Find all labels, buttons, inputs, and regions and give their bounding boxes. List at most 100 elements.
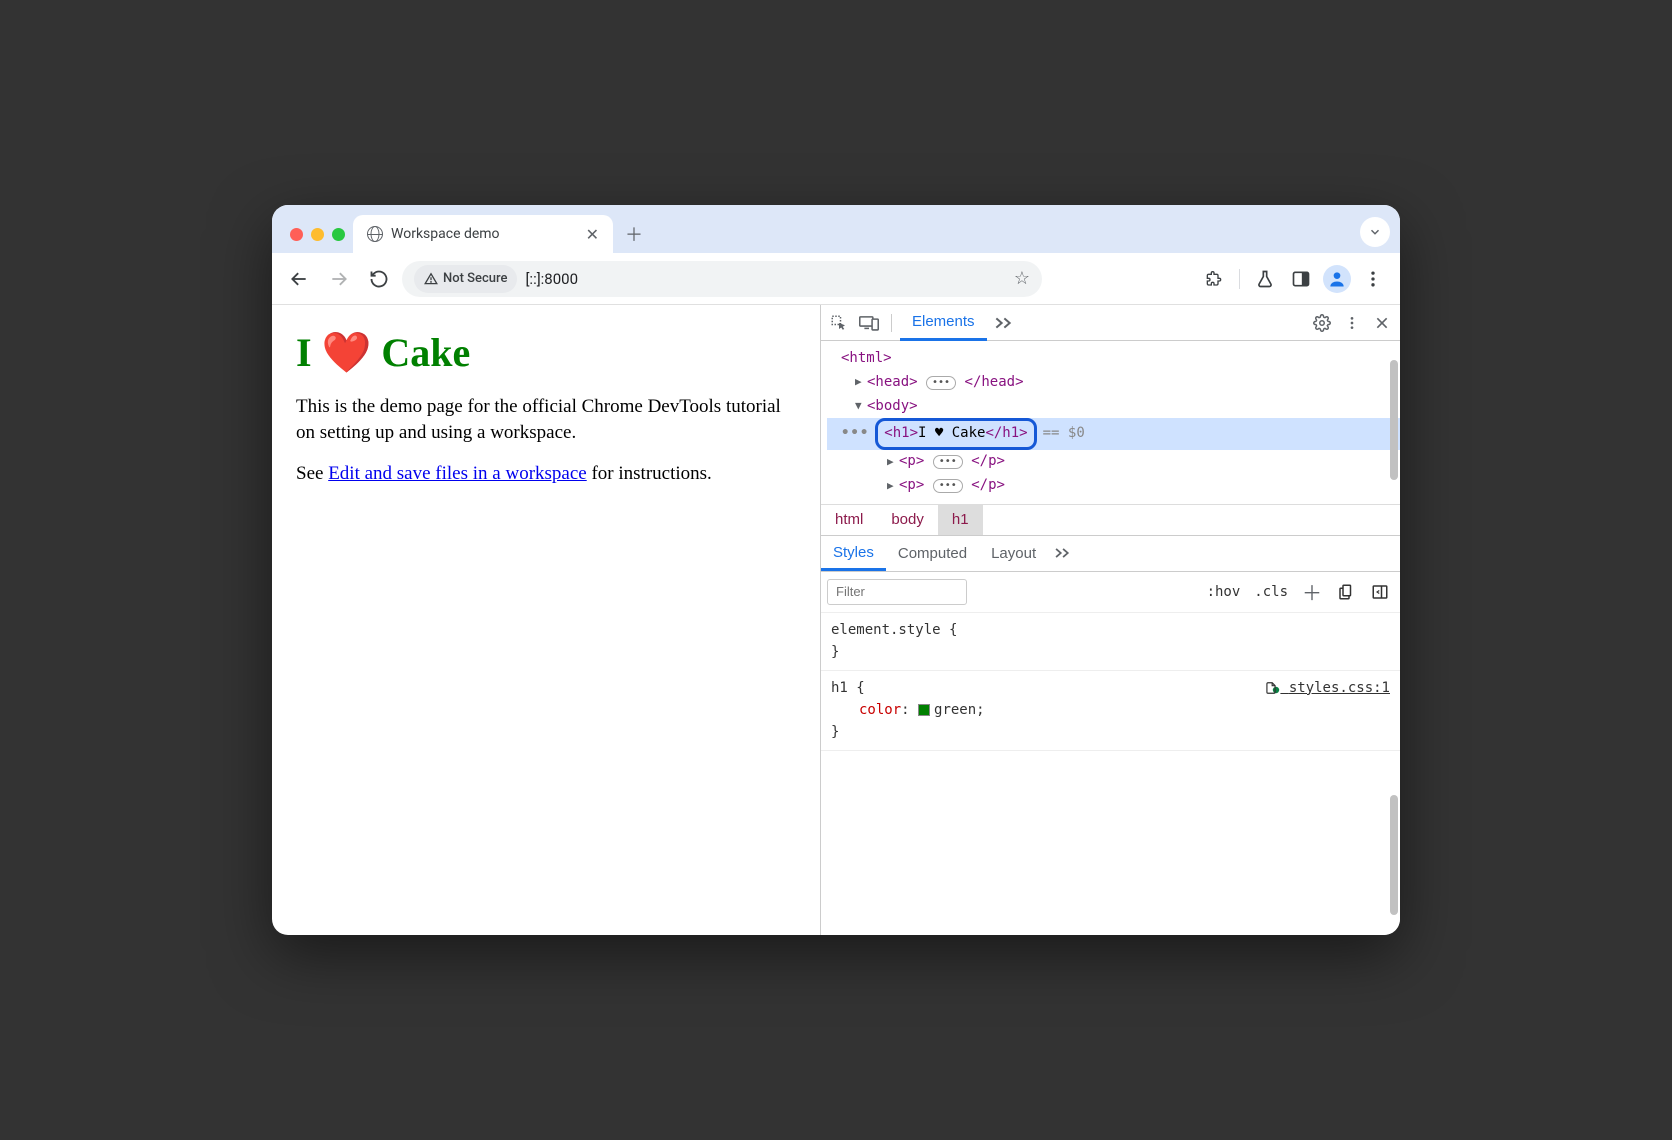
browser-window: Workspace demo ✕ ＋ Not Secure [::]:8000 …	[272, 205, 1400, 935]
avatar-icon	[1323, 265, 1351, 293]
crumb-body[interactable]: body	[877, 505, 938, 535]
dom-node-p[interactable]: ▶<p> ••• </p>	[827, 450, 1400, 474]
page-viewport: I ❤️ Cake This is the demo page for the …	[272, 305, 820, 935]
tag-text: <html>	[841, 347, 892, 371]
dom-node-html[interactable]: <html>	[827, 347, 1400, 371]
inspect-element-icon[interactable]	[825, 309, 853, 337]
dom-node-p[interactable]: ▶<p> ••• </p>	[827, 474, 1400, 498]
dom-node-head[interactable]: ▶<head> ••• </head>	[827, 371, 1400, 395]
tab-strip: Workspace demo ✕ ＋	[272, 205, 1400, 253]
tab-styles[interactable]: Styles	[821, 536, 886, 571]
console-ref: == $0	[1043, 422, 1085, 446]
close-devtools-button[interactable]	[1368, 309, 1396, 337]
dom-breadcrumb: html body h1	[821, 504, 1400, 536]
reload-button[interactable]	[362, 262, 396, 296]
devtools-panel: Elements <html> ▶<head> ••	[820, 305, 1400, 935]
address-bar[interactable]: Not Secure [::]:8000 ☆	[402, 261, 1042, 297]
style-rule-h1[interactable]: styles.css:1 h1 { color: green; }	[821, 671, 1400, 751]
devtools-tabbar: Elements	[821, 305, 1400, 341]
cls-button[interactable]: .cls	[1250, 584, 1292, 600]
security-chip[interactable]: Not Secure	[414, 265, 517, 293]
window-controls	[282, 228, 353, 253]
close-window-button[interactable]	[290, 228, 303, 241]
content-area: I ❤️ Cake This is the demo page for the …	[272, 305, 1400, 935]
tutorial-link[interactable]: Edit and save files in a workspace	[328, 463, 587, 484]
node-text: I ♥ Cake	[918, 422, 985, 446]
collapse-arrow-icon[interactable]: ▼	[855, 397, 867, 416]
styles-filter-input[interactable]	[827, 579, 967, 605]
security-label: Not Secure	[443, 271, 507, 286]
source-link[interactable]: styles.css:1	[1264, 677, 1390, 699]
styles-toolbar: :hov .cls ＋	[821, 572, 1400, 613]
tab-title: Workspace demo	[391, 226, 500, 242]
tab-elements[interactable]: Elements	[900, 306, 987, 341]
scrollbar[interactable]	[1390, 360, 1398, 480]
warning-icon	[424, 272, 438, 286]
chrome-menu-button[interactable]	[1356, 262, 1390, 296]
page-paragraph-1: This is the demo page for the official C…	[296, 394, 796, 445]
url-text: [::]:8000	[525, 270, 1005, 288]
expand-arrow-icon[interactable]: ▶	[887, 453, 899, 472]
tag-text: </p>	[971, 450, 1005, 474]
tag-text: </h1>	[985, 422, 1027, 446]
more-tabs-icon[interactable]	[1048, 539, 1076, 567]
forward-button[interactable]	[322, 262, 356, 296]
color-swatch-icon[interactable]	[918, 704, 930, 716]
extensions-button[interactable]	[1197, 262, 1231, 296]
browser-tab[interactable]: Workspace demo ✕	[353, 215, 613, 253]
source-link-text: styles.css:1	[1289, 680, 1390, 696]
profile-button[interactable]	[1320, 262, 1354, 296]
selector-text: element.style {	[831, 619, 1390, 641]
divider	[1239, 269, 1240, 289]
new-tab-button[interactable]: ＋	[619, 219, 649, 249]
toolbar: Not Secure [::]:8000 ☆	[272, 253, 1400, 305]
file-icon	[1264, 681, 1278, 695]
ellipsis-icon[interactable]: •••	[933, 479, 963, 493]
tab-computed[interactable]: Computed	[886, 536, 979, 571]
expand-arrow-icon[interactable]: ▶	[855, 373, 867, 392]
computed-sidebar-icon[interactable]	[1366, 578, 1394, 606]
tag-text: <p>	[899, 474, 924, 498]
scrollbar[interactable]	[1390, 795, 1398, 915]
styles-tabbar: Styles Computed Layout	[821, 536, 1400, 572]
css-property[interactable]: color	[831, 702, 901, 718]
tag-text: <head>	[867, 371, 918, 395]
devtools-menu-icon[interactable]	[1338, 309, 1366, 337]
style-rule-element[interactable]: element.style { }	[821, 613, 1400, 671]
dom-node-h1-selected[interactable]: ••• <h1>I ♥ Cake</h1> == $0	[827, 418, 1400, 450]
ellipsis-icon[interactable]: •••	[933, 455, 963, 469]
row-actions-icon[interactable]: •••	[841, 422, 875, 446]
ellipsis-icon[interactable]: •••	[926, 376, 956, 390]
settings-gear-icon[interactable]	[1308, 309, 1336, 337]
expand-arrow-icon[interactable]: ▶	[887, 477, 899, 496]
tag-text: </p>	[971, 474, 1005, 498]
minimize-window-button[interactable]	[311, 228, 324, 241]
maximize-window-button[interactable]	[332, 228, 345, 241]
new-style-rule-button[interactable]: ＋	[1298, 578, 1326, 606]
labs-button[interactable]	[1248, 262, 1282, 296]
css-value[interactable]: green	[934, 702, 976, 718]
bookmark-star-icon[interactable]: ☆	[1014, 268, 1030, 289]
divider	[891, 314, 892, 332]
crumb-html[interactable]: html	[821, 505, 877, 535]
page-heading: I ❤️ Cake	[296, 329, 796, 376]
tag-text: </head>	[965, 371, 1024, 395]
dom-tree[interactable]: <html> ▶<head> ••• </head> ▼<body> ••• <…	[821, 341, 1400, 504]
crumb-h1[interactable]: h1	[938, 505, 983, 535]
tab-search-button[interactable]	[1360, 217, 1390, 247]
highlight-box: <h1>I ♥ Cake</h1>	[875, 418, 1036, 450]
rendering-emulation-icon[interactable]	[1332, 578, 1360, 606]
dom-node-body[interactable]: ▼<body>	[827, 395, 1400, 419]
more-tabs-icon[interactable]	[989, 309, 1017, 337]
hov-button[interactable]: :hov	[1203, 584, 1245, 600]
tag-text: <p>	[899, 450, 924, 474]
brace-text: }	[831, 641, 1390, 663]
tag-text: <h1>	[884, 422, 918, 446]
page-paragraph-2: See Edit and save files in a workspace f…	[296, 461, 796, 487]
device-toolbar-icon[interactable]	[855, 309, 883, 337]
tab-layout[interactable]: Layout	[979, 536, 1048, 571]
side-panel-button[interactable]	[1284, 262, 1318, 296]
back-button[interactable]	[282, 262, 316, 296]
close-tab-button[interactable]: ✕	[586, 225, 599, 244]
tag-text: <body>	[867, 395, 918, 419]
